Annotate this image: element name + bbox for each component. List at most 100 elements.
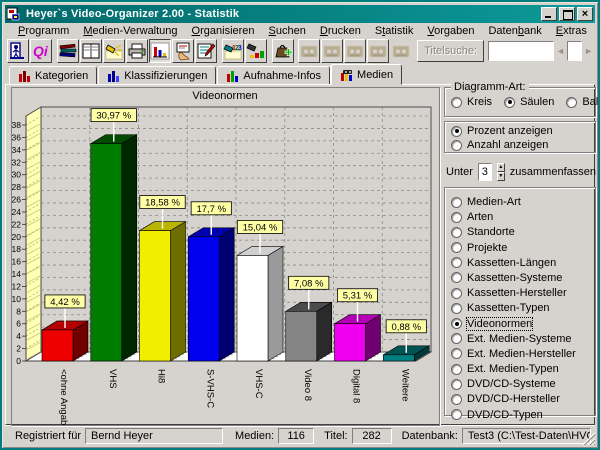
menu-medienverwaltung[interactable]: Medien-Verwaltung xyxy=(76,24,184,38)
zusammenfassen-label: zusammenfassen xyxy=(510,166,596,178)
svg-text:18: 18 xyxy=(12,244,21,254)
diagramm-art-groupbox: Diagramm-Art: Kreis Säulen Balken xyxy=(444,87,596,117)
menu-programm[interactable]: Programm xyxy=(11,24,76,38)
edit-list-button[interactable] xyxy=(195,39,217,63)
tab-chart-icon xyxy=(226,70,239,82)
unter-label: Unter xyxy=(446,166,473,178)
menu-vorgaben[interactable]: Vorgaben xyxy=(420,24,481,38)
svg-text:16: 16 xyxy=(12,257,21,267)
menu-suchen[interactable]: Suchen xyxy=(262,24,313,38)
window-title: Heyer`s Video-Organizer 2.00 - Statistik xyxy=(26,8,539,20)
radio-icon xyxy=(451,272,462,283)
radio-label: Arten xyxy=(467,211,493,223)
media-info-button xyxy=(390,39,412,63)
radio-label: Kreis xyxy=(467,96,492,108)
radio-prozent-anzeigen[interactable]: Prozent anzeigen xyxy=(451,125,589,137)
resize-grip[interactable] xyxy=(582,432,595,445)
radio-videonormen[interactable]: Videonormen xyxy=(451,318,589,330)
maximize-button[interactable] xyxy=(559,7,575,21)
hand-icon xyxy=(173,41,193,61)
radio-arten[interactable]: Arten xyxy=(451,211,589,223)
print-button[interactable] xyxy=(126,39,148,63)
cassette-icon xyxy=(299,41,319,61)
radio-kassetten-hersteller[interactable]: Kassetten-Hersteller xyxy=(451,287,589,299)
card-index-button[interactable] xyxy=(80,39,102,63)
radio-icon xyxy=(451,140,462,151)
radio-dvd-cd-systeme[interactable]: DVD/CD-Systeme xyxy=(451,378,589,390)
tab-klassifizierungen[interactable]: Klassifizierungen xyxy=(98,66,216,85)
radio-kreis[interactable]: Kreis xyxy=(451,96,492,108)
menu-datenbank[interactable]: Datenbank xyxy=(481,24,548,38)
radio-icon xyxy=(566,97,577,108)
menu-statistik[interactable]: Statistik xyxy=(368,24,421,38)
edit-media-button[interactable] xyxy=(172,39,194,63)
medien-count: 116 xyxy=(278,428,314,444)
radio-balken[interactable]: Balken xyxy=(566,96,600,108)
radio-icon xyxy=(504,97,515,108)
paint123-icon: 123 xyxy=(223,41,243,61)
radio-standorte[interactable]: Standorte xyxy=(451,226,589,238)
svg-text:8: 8 xyxy=(16,306,21,316)
radio-icon xyxy=(451,394,462,405)
radio-ext-medien-typen[interactable]: Ext. Medien-Typen xyxy=(451,363,589,375)
value-label: 4,42 % xyxy=(50,297,80,308)
radio-label: Kassetten-Längen xyxy=(467,257,556,269)
renumber-button[interactable]: 123 xyxy=(222,39,244,63)
radio-label: Prozent anzeigen xyxy=(467,125,553,137)
titel-label: Titel: xyxy=(324,430,347,442)
nav-prev-button xyxy=(321,39,343,63)
tab-chart-icon xyxy=(107,70,120,82)
tab-kategorien[interactable]: Kategorien xyxy=(9,66,97,85)
cards-icon xyxy=(81,41,101,61)
radio-s-ulen[interactable]: Säulen xyxy=(504,96,554,108)
radio-icon xyxy=(451,333,462,344)
radio-dvd-cd-hersteller[interactable]: DVD/CD-Hersteller xyxy=(451,393,589,405)
tab-medien[interactable]: Medien xyxy=(331,64,402,85)
radio-kassetten-l-ngen[interactable]: Kassetten-Längen xyxy=(451,257,589,269)
statistics-button[interactable] xyxy=(149,39,171,63)
nav-left-icon: ◄ xyxy=(556,46,565,56)
menu-organisieren[interactable]: Organisieren xyxy=(185,24,262,38)
bagplus-icon xyxy=(273,41,293,61)
value-label: 30,97 % xyxy=(96,111,131,122)
statistics-chart: Videonormen02468101214161820222426283032… xyxy=(12,88,439,425)
radio-medien-art[interactable]: Medien-Art xyxy=(451,196,589,208)
media-list-button[interactable] xyxy=(57,39,79,63)
radio-projekte[interactable]: Projekte xyxy=(451,242,589,254)
format-button[interactable] xyxy=(245,39,267,63)
registered-value: Bernd Heyer xyxy=(85,428,223,444)
radio-anzahl-anzeigen[interactable]: Anzahl anzeigen xyxy=(451,139,589,151)
menu-hilfe[interactable]: Hilfe xyxy=(594,24,600,38)
radio-label: Kassetten-Typen xyxy=(467,302,550,314)
radio-label: Anzahl anzeigen xyxy=(467,139,548,151)
tab-label: Kategorien xyxy=(35,70,88,82)
minimize-button[interactable] xyxy=(541,7,557,21)
exit-button[interactable] xyxy=(7,39,29,63)
zusammenfassen-value[interactable]: 3 xyxy=(478,163,492,181)
radio-icon xyxy=(451,409,462,420)
titelsuche-label: Titelsuche: xyxy=(424,45,477,57)
title-search-input[interactable] xyxy=(488,41,554,61)
close-button[interactable]: × xyxy=(577,7,593,21)
zusammenfassen-spinner: ▲ ▼ xyxy=(497,163,505,181)
svg-text:36: 36 xyxy=(12,132,21,142)
radio-ext-medien-hersteller[interactable]: Ext. Medien-Hersteller xyxy=(451,348,589,360)
radio-kassetten-typen[interactable]: Kassetten-Typen xyxy=(451,302,589,314)
menu-drucken[interactable]: Drucken xyxy=(313,24,368,38)
menu-extras[interactable]: Extras xyxy=(549,24,594,38)
radio-kassetten-systeme[interactable]: Kassetten-Systeme xyxy=(451,272,589,284)
radio-label: Kassetten-Hersteller xyxy=(467,287,567,299)
barchart-icon xyxy=(150,41,170,61)
radio-dvd-cd-typen[interactable]: DVD/CD-Typen xyxy=(451,409,589,421)
tab-aufnahmeinfos[interactable]: Aufnahme-Infos xyxy=(217,66,330,85)
value-label: 17,7 % xyxy=(196,204,226,215)
radio-ext-medien-systeme[interactable]: Ext. Medien-Systeme xyxy=(451,333,589,345)
search-button[interactable] xyxy=(103,39,125,63)
bar-s-vhs-c xyxy=(188,228,234,361)
quickinfo-button[interactable]: Qi xyxy=(30,39,52,63)
qi-icon: Qi xyxy=(31,41,51,61)
spin-up-button[interactable]: ▲ xyxy=(497,163,505,172)
add-media-button[interactable] xyxy=(272,39,294,63)
radio-icon xyxy=(451,197,462,208)
spin-down-button[interactable]: ▼ xyxy=(497,172,505,181)
